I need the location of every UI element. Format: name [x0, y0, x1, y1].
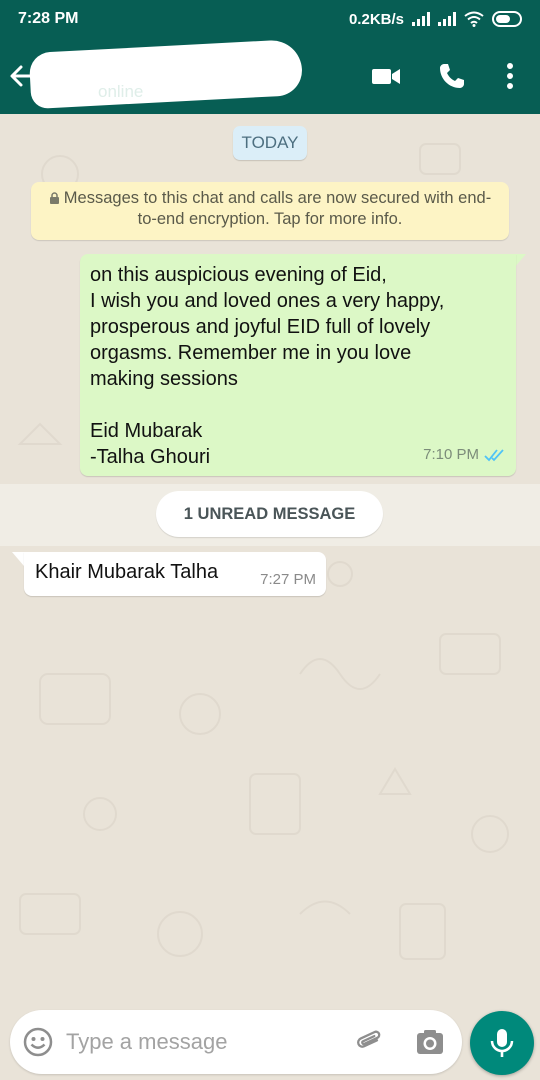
signal-icon-2 — [438, 12, 456, 26]
message-line: Eid Mubarak — [90, 420, 203, 442]
double-check-read-icon — [484, 449, 504, 462]
date-label: TODAY — [233, 126, 307, 160]
emoji-icon[interactable] — [22, 1026, 54, 1058]
outgoing-message[interactable]: on this auspicious evening of Eid, I wis… — [80, 254, 516, 476]
incoming-bubble-tail — [12, 552, 24, 566]
phone-call-icon[interactable] — [436, 60, 468, 92]
status-time: 7:28 PM — [18, 10, 79, 27]
message-input[interactable] — [66, 1024, 346, 1060]
message-line: on this auspicious evening of Eid, — [90, 264, 387, 286]
signal-icon — [412, 12, 430, 26]
incoming-message[interactable]: Khair Mubarak Talha 7:27 PM — [24, 552, 326, 596]
wifi-icon — [464, 11, 484, 27]
encryption-notice-text: Messages to this chat and calls are now … — [63, 189, 492, 228]
message-line: I wish you and loved ones a very happy, — [90, 290, 445, 312]
encryption-notice[interactable]: Messages to this chat and calls are now … — [31, 182, 509, 240]
paperclip-attach-icon[interactable] — [354, 1026, 386, 1058]
message-line — [90, 392, 504, 418]
microphone-icon — [490, 1029, 514, 1057]
lock-icon — [49, 192, 59, 204]
message-text: Khair Mubarak Talha — [35, 561, 219, 583]
message-line: making sessions — [90, 368, 238, 390]
outgoing-message-meta: 7:10 PM — [423, 442, 506, 468]
voice-record-button[interactable] — [470, 1011, 534, 1075]
status-indicators: 0.2KB/s — [349, 11, 522, 28]
message-composer — [10, 1010, 462, 1074]
video-call-icon[interactable] — [370, 60, 402, 92]
chat-area[interactable]: TODAY Messages to this chat and calls ar… — [0, 114, 540, 1004]
unread-messages-label: 1 UNREAD MESSAGE — [156, 491, 383, 537]
contact-status: online — [98, 82, 144, 101]
camera-icon[interactable] — [414, 1026, 446, 1058]
status-bar: 7:28 PM 0.2KB/s — [0, 0, 540, 38]
network-speed: 0.2KB/s — [348, 10, 404, 28]
message-line: prosperous and joyful EID full of lovely — [90, 316, 431, 338]
more-vert-icon[interactable] — [496, 60, 524, 92]
chat-header: online — [0, 38, 540, 114]
redaction-scribble — [28, 38, 304, 110]
battery-icon — [492, 11, 522, 27]
message-time: 7:10 PM — [423, 446, 479, 463]
message-time: 7:27 PM — [260, 571, 316, 588]
message-line: orgasms. Remember me in you love — [90, 342, 412, 364]
